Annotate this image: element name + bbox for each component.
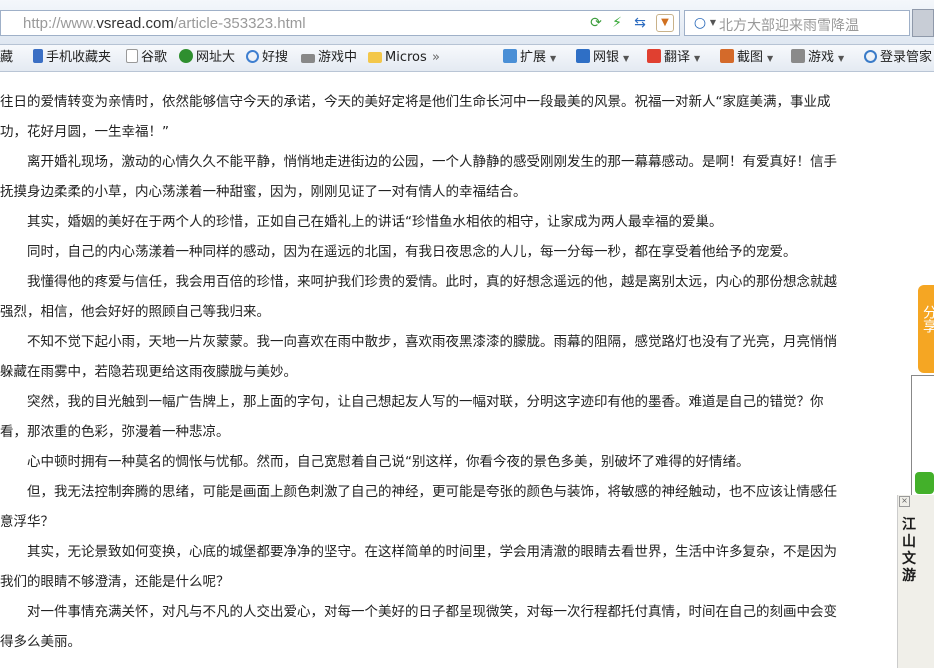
search-icon <box>246 50 259 63</box>
article-line: 离开婚礼现场，激动的心情久久不能平静，悄悄地走进街边的公园，一个人静静的感受刚刚… <box>0 154 837 170</box>
url-input[interactable]: http://www.vsread.com/article-353323.htm… <box>0 10 680 36</box>
chevron-down-icon: ▼ <box>838 54 845 63</box>
article-body: 往日的爱情转变为亲情时，依然能够信守今天的承诺，今天的美好定将是他们生命长河中一… <box>0 87 880 657</box>
article-content: 往日的爱情转变为亲情时，依然能够信守今天的承诺，今天的美好定将是他们生命长河中一… <box>0 72 900 668</box>
article-line: 我懂得他的疼爱与信任，我会用百倍的珍惜，来呵护我们珍贵的爱情。此时，真的好想念遥… <box>0 274 837 290</box>
article-line: 强烈，相信，他会好好的照顾自己等我归来。 <box>0 304 270 320</box>
chevron-down-icon: ▼ <box>767 54 774 63</box>
translate-button[interactable]: 翻译 ▼ <box>647 49 700 67</box>
bookmark-game-center[interactable]: 游戏中 <box>301 49 357 67</box>
gamepad-icon <box>301 54 315 63</box>
search-placeholder: 北方大部迎来雨雪降温 <box>719 18 859 34</box>
key-icon <box>864 50 877 63</box>
bookmark-mobile-favorites[interactable]: 手机收藏夹 <box>33 49 111 67</box>
article-line: 躲藏在雨雾中，若隐若现更给这雨夜朦胧与美妙。 <box>0 364 297 380</box>
article-line: 看，那浓重的色彩，弥漫着一种悲凉。 <box>0 424 230 440</box>
folder-icon <box>368 52 382 63</box>
chevron-down-icon: ▼ <box>550 54 557 63</box>
article-line: 其实，无论景致如何变换，心底的城堡都要净净的坚守。在这样简单的时间里，学会用清澈… <box>0 544 837 560</box>
article-line: 抚摸身边柔柔的小草，内心荡漾着一种甜蜜，因为，刚刚见证了一对有情人的幸福结合。 <box>0 184 527 200</box>
article-line: 不知不觉下起小雨，天地一片灰蒙蒙。我一向喜欢在雨中散步，喜欢雨夜黑漆漆的朦胧。雨… <box>0 334 837 350</box>
url-text[interactable]: http://www.vsread.com/article-353323.htm… <box>23 15 306 32</box>
lightning-icon[interactable]: ⚡ <box>608 14 626 32</box>
address-bar: http://www.vsread.com/article-353323.htm… <box>0 0 934 45</box>
globe-icon <box>179 49 193 63</box>
grid-icon <box>503 49 517 63</box>
article-line: 功，花好月圆，一生幸福！” <box>0 124 169 140</box>
games-button[interactable]: 游戏 ▼ <box>791 49 844 67</box>
close-icon[interactable]: × <box>899 496 910 507</box>
page-icon <box>126 49 138 63</box>
phone-icon <box>33 49 43 63</box>
user-avatar-icon[interactable] <box>912 9 934 37</box>
share-label: 分享 <box>921 305 934 333</box>
online-banking-button[interactable]: 网银 ▼ <box>576 49 629 67</box>
bookmark-url-nav[interactable]: 网址大 <box>179 49 235 67</box>
bookmark-micros-folder[interactable]: Micros <box>368 49 427 67</box>
article-line: 突然，我的目光触到一幅广告牌上，那上面的字句，让自己想起友人写的一幅对联，分明这… <box>0 394 824 410</box>
bookmarks-bar: 藏 手机收藏夹 谷歌 网址大 好搜 游戏中 Micros » 扩展 ▼ 网银 ▼ 翻… <box>0 45 934 72</box>
extensions-button[interactable]: 扩展 ▼ <box>503 49 556 67</box>
wechat-icon[interactable] <box>915 472 934 494</box>
side-banner-title: 江山文游 <box>902 517 916 584</box>
article-line: 得多么美丽。 <box>0 634 81 650</box>
article-line: 往日的爱情转变为亲情时，依然能够信守今天的承诺，今天的美好定将是他们生命长河中一… <box>0 94 831 110</box>
article-line: 我们的眼睛不够澄清，还能是什么呢？ <box>0 574 230 590</box>
article-line: 心中顿时拥有一种莫名的惆怅与忧郁。然而，自己宽慰着自己说“别这样，你看今夜的景色… <box>0 454 750 470</box>
gamepad-icon <box>791 49 805 63</box>
screenshot-button[interactable]: 截图 ▼ <box>720 49 773 67</box>
back-forward-icon[interactable]: ⇆ <box>631 14 649 32</box>
bookmark-google[interactable]: 谷歌 <box>126 49 167 67</box>
share-tab[interactable]: 分享 <box>918 285 934 373</box>
chevron-down-icon: ▼ <box>694 54 701 63</box>
search-input[interactable]: ○ ▼ 北方大部迎来雨雪降温 <box>684 10 910 36</box>
refresh-icon[interactable]: ⟳ <box>587 14 605 32</box>
article-line: 其实，婚姻的美好在于两个人的珍惜，正如自己在婚礼上的讲话“珍惜鱼水相依的相守，让… <box>0 214 723 230</box>
translate-icon <box>647 49 661 63</box>
shield-icon <box>576 49 590 63</box>
bookmarks-overflow-button[interactable]: » <box>432 49 440 67</box>
bookmark-favorites[interactable]: 藏 <box>0 49 13 67</box>
scissors-icon <box>720 49 734 63</box>
bookmark-haosou[interactable]: 好搜 <box>246 49 288 67</box>
article-line: 但，我无法控制奔腾的思绪，可能是画面上颜色刺激了自己的神经，更可能是夸张的颜色与… <box>0 484 837 500</box>
chevron-down-icon[interactable]: ▼ <box>656 14 674 32</box>
article-line: 对一件事情充满关怀，对凡与不凡的人交出爱心，对每一个美好的日子都呈现微笑，对每一… <box>0 604 837 620</box>
chevron-down-icon: ▼ <box>623 54 630 63</box>
side-banner-ad[interactable]: × 江山文游 <box>897 495 934 668</box>
login-manager-button[interactable]: 登录管家 <box>864 49 932 67</box>
article-line: 意浮华？ <box>0 514 54 530</box>
article-line: 同时，自己的内心荡漾着一种同样的感动，因为在遥远的北国，有我日夜思念的人儿，每一… <box>0 244 797 260</box>
